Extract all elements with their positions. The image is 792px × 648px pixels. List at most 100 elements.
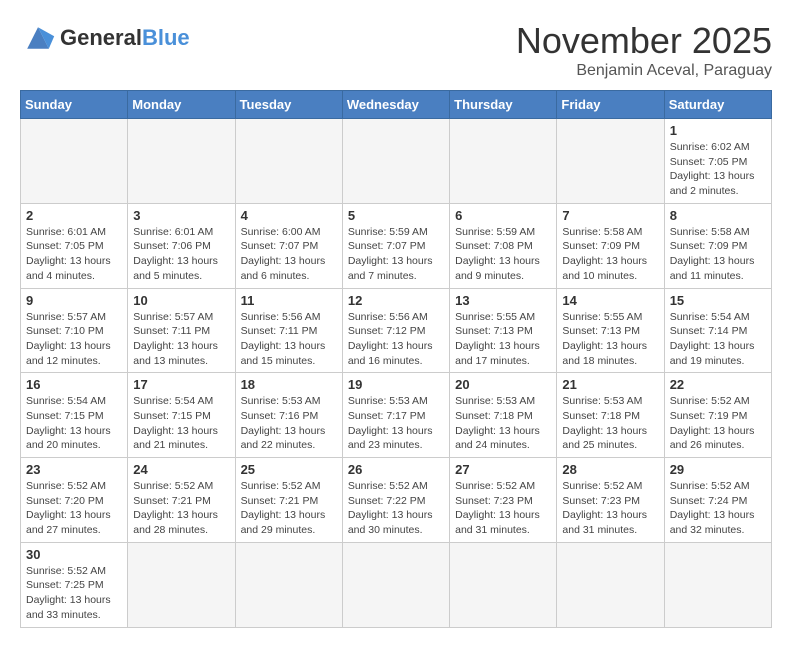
day-info: Sunrise: 5:52 AM Sunset: 7:19 PM Dayligh… [670, 394, 766, 453]
day-info: Sunrise: 5:58 AM Sunset: 7:09 PM Dayligh… [670, 225, 766, 284]
calendar-cell: 4Sunrise: 6:00 AM Sunset: 7:07 PM Daylig… [235, 203, 342, 288]
calendar-cell: 2Sunrise: 6:01 AM Sunset: 7:05 PM Daylig… [21, 203, 128, 288]
logo-wordmark: GeneralBlue [60, 25, 190, 51]
day-number: 17 [133, 377, 229, 392]
calendar-cell: 12 Sunrise: 5:56 AM Sunset: 7:12 PM Dayli… [342, 288, 449, 373]
day-number: 21 [562, 377, 658, 392]
day-number: 7 [562, 208, 658, 223]
calendar-cell [342, 542, 449, 627]
weekday-header-monday: Monday [128, 91, 235, 119]
day-number: 2 [26, 208, 122, 223]
calendar-cell [128, 542, 235, 627]
calendar-cell [450, 119, 557, 204]
day-number: 26 [348, 462, 444, 477]
calendar-cell: 5Sunrise: 5:59 AM Sunset: 7:07 PM Daylig… [342, 203, 449, 288]
calendar-cell: 20 Sunrise: 5:53 AM Sunset: 7:18 PM Dayli… [450, 373, 557, 458]
calendar-cell: 13Sunrise: 5:55 AM Sunset: 7:13 PM Dayli… [450, 288, 557, 373]
day-info: Sunrise: 5:53 AM Sunset: 7:18 PM Dayligh… [455, 394, 551, 453]
calendar-cell: 16Sunrise: 5:54 AM Sunset: 7:15 PM Dayli… [21, 373, 128, 458]
day-info: Sunrise: 5:52 AM Sunset: 7:21 PM Dayligh… [133, 479, 229, 538]
day-number: 19 [348, 377, 444, 392]
header: GeneralBlue November 2025 Benjamin Aceva… [20, 20, 772, 80]
calendar-cell: 22Sunrise: 5:52 AM Sunset: 7:19 PM Dayli… [664, 373, 771, 458]
logo-blue: Blue [142, 25, 190, 50]
calendar-week-row-6: 30 Sunrise: 5:52 AM Sunset: 7:25 PM Dayli… [21, 542, 772, 627]
logo: GeneralBlue [20, 20, 190, 56]
day-number: 25 [241, 462, 337, 477]
calendar-cell: 8Sunrise: 5:58 AM Sunset: 7:09 PM Daylig… [664, 203, 771, 288]
calendar-cell [450, 542, 557, 627]
day-number: 18 [241, 377, 337, 392]
day-info: Sunrise: 5:52 AM Sunset: 7:23 PM Dayligh… [562, 479, 658, 538]
calendar-cell [235, 542, 342, 627]
weekday-header-saturday: Saturday [664, 91, 771, 119]
day-info: Sunrise: 5:53 AM Sunset: 7:18 PM Dayligh… [562, 394, 658, 453]
day-info: Sunrise: 6:00 AM Sunset: 7:07 PM Dayligh… [241, 225, 337, 284]
calendar-cell [664, 542, 771, 627]
calendar-cell: 14 Sunrise: 5:55 AM Sunset: 7:13 PM Dayli… [557, 288, 664, 373]
day-number: 3 [133, 208, 229, 223]
day-number: 15 [670, 293, 766, 308]
day-number: 24 [133, 462, 229, 477]
day-number: 10 [133, 293, 229, 308]
day-number: 9 [26, 293, 122, 308]
location-subtitle: Benjamin Aceval, Paraguay [516, 62, 772, 80]
calendar-cell [21, 119, 128, 204]
day-info: Sunrise: 5:53 AM Sunset: 7:16 PM Dayligh… [241, 394, 337, 453]
day-number: 20 [455, 377, 551, 392]
calendar-cell [128, 119, 235, 204]
weekday-header-wednesday: Wednesday [342, 91, 449, 119]
calendar-cell: 24 Sunrise: 5:52 AM Sunset: 7:21 PM Dayli… [128, 458, 235, 543]
calendar-cell: 18 Sunrise: 5:53 AM Sunset: 7:16 PM Dayli… [235, 373, 342, 458]
calendar-cell: 9 Sunrise: 5:57 AM Sunset: 7:10 PM Daylig… [21, 288, 128, 373]
weekday-header-row: SundayMondayTuesdayWednesdayThursdayFrid… [21, 91, 772, 119]
day-info: Sunrise: 5:55 AM Sunset: 7:13 PM Dayligh… [562, 310, 658, 369]
day-number: 12 [348, 293, 444, 308]
day-info: Sunrise: 5:55 AM Sunset: 7:13 PM Dayligh… [455, 310, 551, 369]
day-info: Sunrise: 5:56 AM Sunset: 7:12 PM Dayligh… [348, 310, 444, 369]
calendar-table: SundayMondayTuesdayWednesdayThursdayFrid… [20, 90, 772, 628]
calendar-cell: 23 Sunrise: 5:52 AM Sunset: 7:20 PM Dayli… [21, 458, 128, 543]
calendar-cell: 15 Sunrise: 5:54 AM Sunset: 7:14 PM Dayli… [664, 288, 771, 373]
day-number: 28 [562, 462, 658, 477]
day-number: 30 [26, 547, 122, 562]
calendar-cell: 7 Sunrise: 5:58 AM Sunset: 7:09 PM Daylig… [557, 203, 664, 288]
calendar-week-row-3: 9 Sunrise: 5:57 AM Sunset: 7:10 PM Daylig… [21, 288, 772, 373]
day-info: Sunrise: 5:54 AM Sunset: 7:14 PM Dayligh… [670, 310, 766, 369]
day-info: Sunrise: 5:58 AM Sunset: 7:09 PM Dayligh… [562, 225, 658, 284]
day-info: Sunrise: 5:52 AM Sunset: 7:21 PM Dayligh… [241, 479, 337, 538]
calendar-cell: 1Sunrise: 6:02 AM Sunset: 7:05 PM Daylig… [664, 119, 771, 204]
day-info: Sunrise: 5:59 AM Sunset: 7:07 PM Dayligh… [348, 225, 444, 284]
day-info: Sunrise: 6:02 AM Sunset: 7:05 PM Dayligh… [670, 140, 766, 199]
month-year-title: November 2025 [516, 20, 772, 62]
weekday-header-friday: Friday [557, 91, 664, 119]
weekday-header-sunday: Sunday [21, 91, 128, 119]
day-number: 14 [562, 293, 658, 308]
calendar-cell [557, 119, 664, 204]
calendar-cell: 21 Sunrise: 5:53 AM Sunset: 7:18 PM Dayli… [557, 373, 664, 458]
weekday-header-tuesday: Tuesday [235, 91, 342, 119]
calendar-cell: 30 Sunrise: 5:52 AM Sunset: 7:25 PM Dayli… [21, 542, 128, 627]
day-info: Sunrise: 5:56 AM Sunset: 7:11 PM Dayligh… [241, 310, 337, 369]
calendar-cell: 19Sunrise: 5:53 AM Sunset: 7:17 PM Dayli… [342, 373, 449, 458]
day-number: 6 [455, 208, 551, 223]
calendar-cell: 11Sunrise: 5:56 AM Sunset: 7:11 PM Dayli… [235, 288, 342, 373]
day-info: Sunrise: 5:59 AM Sunset: 7:08 PM Dayligh… [455, 225, 551, 284]
weekday-header-thursday: Thursday [450, 91, 557, 119]
day-number: 23 [26, 462, 122, 477]
day-info: Sunrise: 5:52 AM Sunset: 7:25 PM Dayligh… [26, 564, 122, 623]
day-info: Sunrise: 5:54 AM Sunset: 7:15 PM Dayligh… [133, 394, 229, 453]
calendar-cell [342, 119, 449, 204]
day-info: Sunrise: 6:01 AM Sunset: 7:06 PM Dayligh… [133, 225, 229, 284]
calendar-week-row-2: 2Sunrise: 6:01 AM Sunset: 7:05 PM Daylig… [21, 203, 772, 288]
calendar-cell: 25 Sunrise: 5:52 AM Sunset: 7:21 PM Dayli… [235, 458, 342, 543]
day-info: Sunrise: 5:54 AM Sunset: 7:15 PM Dayligh… [26, 394, 122, 453]
calendar-cell: 10 Sunrise: 5:57 AM Sunset: 7:11 PM Dayli… [128, 288, 235, 373]
day-info: Sunrise: 5:57 AM Sunset: 7:10 PM Dayligh… [26, 310, 122, 369]
calendar-week-row-1: 1Sunrise: 6:02 AM Sunset: 7:05 PM Daylig… [21, 119, 772, 204]
calendar-cell: 28 Sunrise: 5:52 AM Sunset: 7:23 PM Dayli… [557, 458, 664, 543]
title-area: November 2025 Benjamin Aceval, Paraguay [516, 20, 772, 80]
day-info: Sunrise: 5:52 AM Sunset: 7:20 PM Dayligh… [26, 479, 122, 538]
calendar-week-row-4: 16Sunrise: 5:54 AM Sunset: 7:15 PM Dayli… [21, 373, 772, 458]
day-info: Sunrise: 5:57 AM Sunset: 7:11 PM Dayligh… [133, 310, 229, 369]
